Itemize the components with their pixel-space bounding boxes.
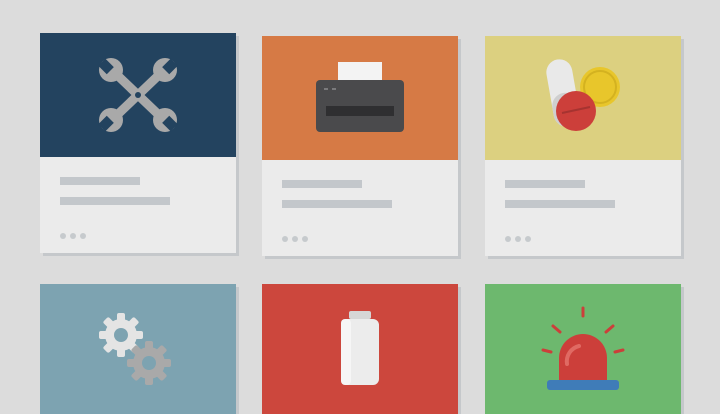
more-options-dots[interactable] — [60, 233, 86, 239]
placeholder-subtitle-bar — [60, 197, 170, 205]
card-alarm[interactable] — [485, 284, 681, 414]
printer-icon — [310, 58, 410, 138]
card-body — [485, 160, 681, 256]
card-header — [262, 36, 458, 160]
placeholder-title-bar — [505, 180, 585, 188]
card-printer[interactable] — [262, 36, 458, 256]
more-options-dots[interactable] — [505, 236, 531, 242]
card-header — [40, 33, 236, 157]
more-options-dots[interactable] — [282, 236, 308, 242]
card-settings[interactable] — [40, 284, 236, 414]
card-tools[interactable] — [40, 33, 236, 253]
card-header — [262, 284, 458, 414]
placeholder-title-bar — [282, 180, 362, 188]
card-header — [40, 284, 236, 414]
card-header — [485, 36, 681, 160]
card-header — [485, 284, 681, 414]
gears-icon — [93, 309, 183, 389]
siren-icon — [533, 304, 633, 394]
wrench-screwdriver-icon — [93, 55, 183, 135]
card-body — [262, 160, 458, 256]
pills-icon — [538, 53, 628, 143]
battery-icon — [335, 309, 385, 389]
placeholder-subtitle-bar — [505, 200, 615, 208]
card-body — [40, 157, 236, 253]
card-battery[interactable] — [262, 284, 458, 414]
placeholder-title-bar — [60, 177, 140, 185]
placeholder-subtitle-bar — [282, 200, 392, 208]
card-medicine[interactable] — [485, 36, 681, 256]
